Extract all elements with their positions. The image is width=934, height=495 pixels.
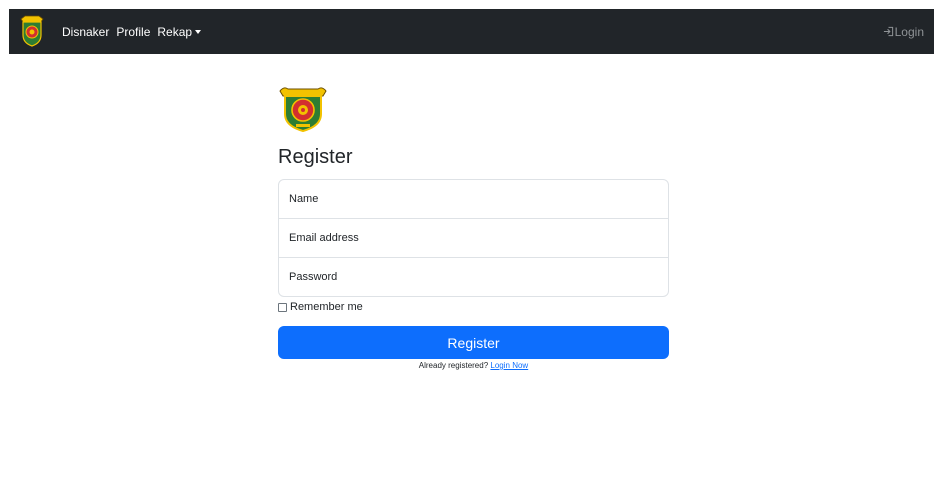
name-field[interactable] (278, 179, 669, 219)
register-button[interactable]: Register (278, 326, 669, 359)
page-title: Register (278, 146, 353, 168)
remember-me-label[interactable]: Remember me (290, 301, 363, 313)
remember-me-row: Remember me (278, 300, 669, 314)
register-form: Register Remember me Register Already re… (278, 84, 669, 370)
password-field[interactable] (278, 257, 669, 297)
regency-crest-icon (279, 87, 327, 132)
already-registered-label: Already registered? (418, 361, 489, 370)
nav-login-label: Login (894, 24, 924, 39)
nav-dropdown-rekap-label: Rekap (157, 24, 193, 39)
login-arrow-icon (883, 26, 893, 37)
top-navbar: Disnaker Profile Rekap Login (9, 9, 934, 54)
nav-link-disnaker[interactable]: Disnaker (62, 25, 109, 39)
login-now-link[interactable]: Login Now (490, 361, 528, 370)
nav-link-profile[interactable]: Profile (116, 25, 150, 39)
already-registered-text: Already registered? Login Now (278, 361, 669, 370)
credentials-fields (278, 179, 669, 297)
email-field[interactable] (278, 218, 669, 258)
nav-login-link[interactable]: Login (883, 9, 924, 54)
remember-me-checkbox[interactable] (278, 302, 287, 312)
nav-dropdown-rekap[interactable]: Rekap (157, 24, 202, 39)
caret-down-icon (195, 30, 202, 34)
regency-crest-icon[interactable] (19, 15, 45, 47)
